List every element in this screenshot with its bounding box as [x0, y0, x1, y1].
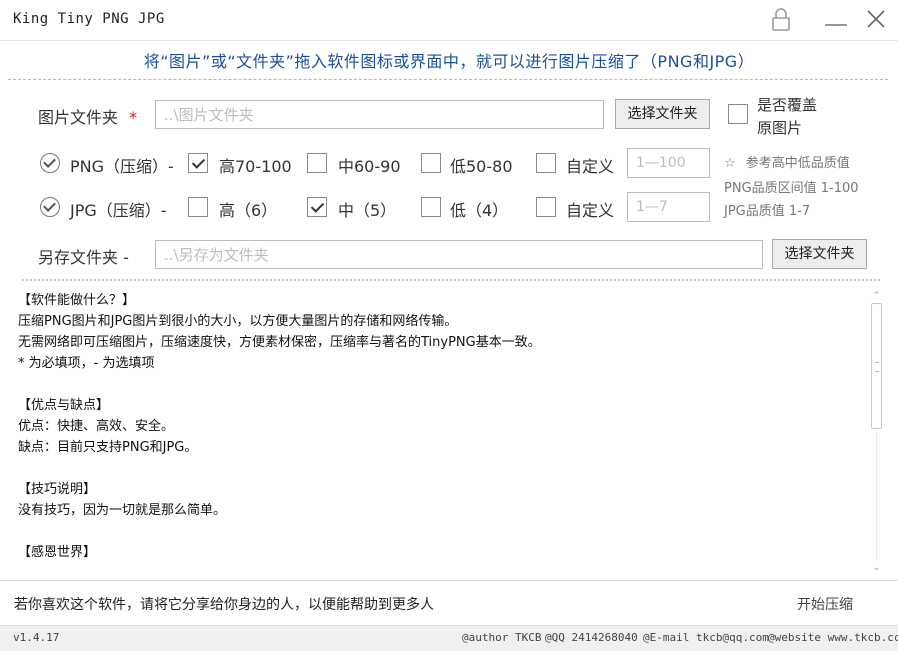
share-message: 若你喜欢这个软件，请将它分享给你身边的人，以便能帮助到更多人 — [14, 597, 434, 613]
jpg-custom-label: 自定义 — [566, 201, 615, 220]
info-text-area: 【软件能做什么？】 压缩PNG图片和JPG图片到很小的大小，以方便大量图片的存储… — [18, 290, 864, 575]
info-line — [18, 521, 864, 542]
png-custom-checkbox[interactable] — [536, 153, 556, 173]
email-label[interactable]: @E-mail tkcb@qq.com — [643, 631, 769, 644]
quality-hint-1-text: 参考高中低品质值 — [745, 156, 850, 171]
info-line: * 为必填项，- 为选填项 — [18, 356, 155, 371]
png-medium-checkbox[interactable] — [307, 153, 327, 173]
lock-icon — [772, 8, 790, 31]
close-button[interactable] — [861, 6, 891, 34]
jpg-medium-label: 中（5） — [338, 201, 397, 220]
divider — [0, 580, 898, 581]
info-line: 优点：快捷、高效、安全。 — [18, 419, 175, 434]
jpg-low-label: 低（4） — [450, 201, 509, 220]
png-label: PNG（压缩）- — [70, 157, 174, 176]
quality-hint-1: ☆ 参考高中低品质值 — [724, 152, 850, 171]
divider — [22, 279, 880, 281]
jpg-medium-checkbox[interactable] — [307, 197, 327, 217]
drag-drop-banner: 将“图片”或“文件夹”拖入软件图标或界面中，就可以进行图片压缩了（PNG和JPG… — [143, 52, 755, 71]
output-folder-input[interactable] — [155, 240, 763, 269]
png-enabled-toggle[interactable] — [40, 153, 60, 173]
overwrite-label: 是否覆盖 原图片 — [757, 94, 817, 140]
jpg-high-label: 高（6） — [219, 201, 278, 220]
qq-label: @QQ 2414268040 — [545, 631, 638, 644]
png-low-label: 低50-80 — [450, 157, 513, 176]
website-link[interactable]: @website www.tkcb.cc — [768, 631, 898, 644]
info-line: 没有技巧，因为一切就是那么简单。 — [18, 503, 227, 518]
scroll-down-icon[interactable]: ⌄ — [870, 562, 883, 574]
png-high-label: 高70-100 — [219, 157, 292, 176]
jpg-label: JPG（压缩）- — [70, 201, 167, 220]
info-line: 压缩PNG图片和JPG图片到很小的大小，以方便大量图片的存储和网络传输。 — [18, 314, 458, 329]
png-low-checkbox[interactable] — [421, 153, 441, 173]
info-line: 无需网络即可压缩图片，压缩速度快，方便素材保密，压缩率与著名的TinyPNG基本… — [18, 335, 541, 350]
overwrite-checkbox[interactable] — [728, 104, 748, 124]
start-compress-button[interactable]: 开始压缩 — [797, 594, 853, 614]
png-custom-label: 自定义 — [566, 157, 615, 176]
scroll-grip-icon — [875, 362, 879, 372]
jpg-custom-checkbox[interactable] — [536, 197, 556, 217]
png-custom-quality-input[interactable] — [627, 148, 710, 178]
choose-source-folder-button[interactable]: 选择文件夹 — [615, 99, 710, 129]
output-folder-label: 另存文件夹 - — [38, 248, 129, 267]
info-line: 【技巧说明】 — [18, 482, 97, 497]
minimize-button[interactable] — [821, 6, 851, 34]
minimize-icon — [825, 24, 847, 26]
info-line — [18, 458, 864, 479]
png-high-checkbox[interactable] — [188, 153, 208, 173]
info-line — [18, 374, 864, 395]
star-icon: ☆ — [724, 156, 736, 171]
window-title: King Tiny PNG JPG — [13, 11, 165, 27]
jpg-enabled-toggle[interactable] — [40, 197, 60, 217]
overwrite-label-line1: 是否覆盖 — [757, 96, 818, 114]
quality-hint-png: PNG品质区间值 1-100 — [724, 181, 859, 196]
source-folder-label-text: 图片文件夹 — [38, 108, 119, 127]
source-folder-input[interactable] — [155, 100, 604, 129]
info-line: 【优点与缺点】 — [18, 398, 110, 413]
overwrite-label-line2: 原图片 — [757, 119, 803, 137]
png-medium-label: 中60-90 — [338, 157, 401, 176]
required-mark: * — [129, 108, 138, 127]
source-folder-label: 图片文件夹 * — [38, 104, 137, 128]
lock-button[interactable] — [766, 6, 796, 34]
version-label: v1.4.17 — [13, 631, 60, 644]
quality-hint-jpg: JPG品质值 1-7 — [724, 204, 811, 219]
jpg-high-checkbox[interactable] — [188, 197, 208, 217]
jpg-custom-quality-input[interactable] — [627, 192, 710, 222]
info-line: 【感恩世界】 — [18, 545, 97, 560]
choose-output-folder-button[interactable]: 选择文件夹 — [772, 239, 867, 269]
scroll-thumb[interactable] — [871, 303, 882, 429]
author-label: @author TKCB — [462, 631, 542, 644]
divider — [8, 79, 888, 80]
close-icon — [867, 10, 885, 28]
info-line: 【软件能做什么？】 — [18, 293, 136, 308]
jpg-low-checkbox[interactable] — [421, 197, 441, 217]
scroll-up-icon[interactable]: ⌃ — [870, 290, 883, 302]
info-line: 缺点：目前只支持PNG和JPG。 — [18, 440, 198, 455]
